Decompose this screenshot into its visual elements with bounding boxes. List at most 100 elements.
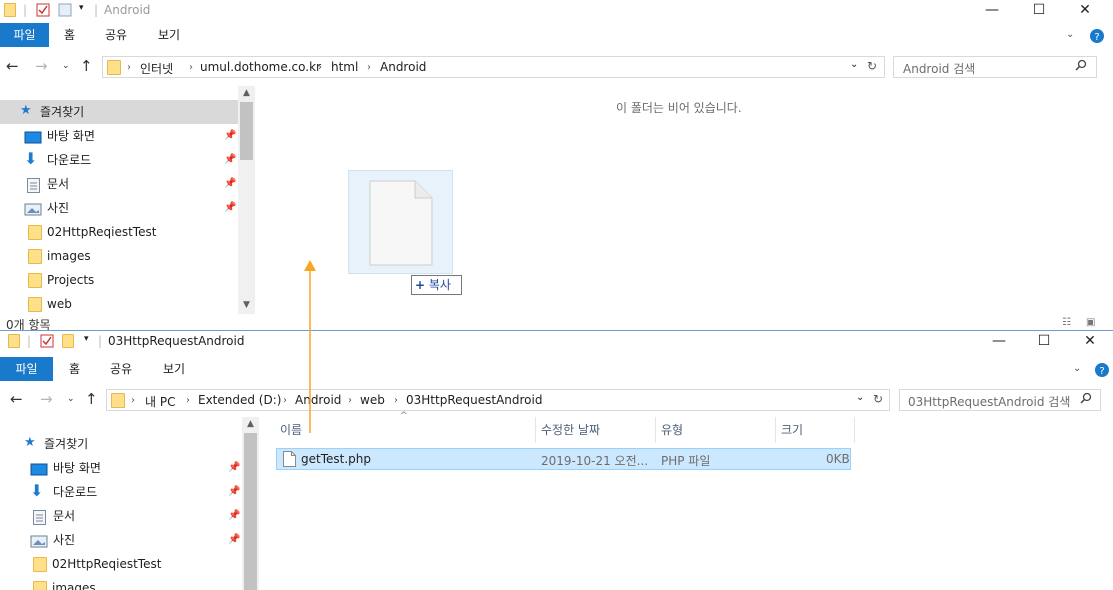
tab-view[interactable]: 보기 (158, 23, 180, 47)
nav-item-pictures[interactable]: 사진 📌 (0, 196, 238, 220)
nav-scrollbar[interactable]: ▲ (242, 417, 259, 590)
drag-arrow-icon (304, 260, 316, 271)
back-arrow-icon[interactable]: ← (10, 391, 23, 407)
tab-view[interactable]: 보기 (163, 357, 185, 381)
pin-icon[interactable]: 📌 (228, 456, 240, 480)
nav-item-documents[interactable]: 문서 📌 (0, 504, 240, 528)
customize-toolbar-icon[interactable]: ▾ (84, 334, 89, 349)
close-button[interactable]: ✕ (1062, 0, 1108, 22)
pin-icon[interactable]: 📌 (224, 172, 236, 196)
nav-scrollbar[interactable]: ▲ ▼ (238, 86, 255, 314)
nav-item-quick-access[interactable]: ★ 즐겨찾기 (0, 100, 238, 124)
nav-item-quick-access[interactable]: ★ 즐겨찾기 (0, 432, 238, 456)
nav-item-pictures[interactable]: 사진 📌 (0, 528, 240, 552)
expand-ribbon-icon[interactable]: ⌄ (1066, 23, 1074, 47)
close-button[interactable]: ✕ (1067, 331, 1113, 353)
table-row[interactable]: getTest.php 2019-10-21 오전... PHP 파일 0KB (276, 448, 851, 470)
nav-item-folder[interactable]: images (0, 244, 238, 268)
minimize-button[interactable]: — (969, 0, 1015, 22)
breadcrumb-item[interactable]: umul.dothome.co.kr (200, 60, 321, 74)
address-dropdown-icon[interactable]: ⌄ (850, 59, 858, 70)
scroll-up-icon[interactable]: ▲ (242, 417, 259, 431)
minimize-button[interactable]: — (976, 331, 1022, 353)
star-icon: ★ (24, 435, 36, 450)
details-view-icon[interactable]: ☷ (1062, 317, 1071, 328)
column-header-type[interactable]: 유형 (655, 417, 776, 443)
address-dropdown-icon[interactable]: ⌄ (856, 392, 864, 403)
refresh-icon[interactable]: ↻ (873, 392, 883, 406)
nav-item-label: Projects (47, 273, 95, 287)
recent-locations-chevron-icon[interactable]: ⌄ (67, 391, 75, 407)
nav-item-downloads[interactable]: ⬇ 다운로드 📌 (0, 480, 240, 504)
maximize-button[interactable]: ☐ (1021, 331, 1067, 353)
tab-home[interactable]: 홈 (64, 23, 75, 47)
recent-locations-chevron-icon[interactable]: ⌄ (62, 58, 70, 74)
breadcrumb-item[interactable]: Android (380, 60, 426, 74)
title-bar[interactable]: | ▾ | 03HttpRequestAndroid — ☐ ✕ (0, 331, 1113, 353)
refresh-icon[interactable]: ↻ (867, 59, 877, 73)
nav-item-folder[interactable]: 02HttpReqiestTest (0, 552, 238, 576)
address-bar[interactable]: › 내 PC › Extended (D:) › Android › web ›… (106, 389, 890, 411)
divider: | (27, 334, 32, 348)
tab-share[interactable]: 공유 (110, 357, 132, 381)
explorer-window-03httprequestandroid: | ▾ | 03HttpRequestAndroid — ☐ ✕ 파일 홈 공유… (0, 330, 1113, 590)
tab-file[interactable]: 파일 (0, 357, 53, 381)
pin-icon[interactable]: 📌 (228, 480, 240, 504)
svg-text:?: ? (1094, 32, 1099, 43)
pin-icon[interactable]: 📌 (228, 504, 240, 528)
tab-file[interactable]: 파일 (0, 23, 49, 47)
title-bar[interactable]: | ▾ | Android — ☐ ✕ (0, 0, 1113, 22)
column-header-size[interactable]: 크기 (775, 417, 855, 443)
properties-icon[interactable] (36, 3, 50, 18)
folder-icon (28, 249, 42, 264)
nav-item-desktop[interactable]: 바탕 화면 📌 (0, 124, 238, 148)
address-row: ← → ⌄ ↑ › 내 PC › Extended (D:) › Android… (0, 383, 1113, 417)
up-arrow-icon[interactable]: ↑ (80, 58, 93, 74)
large-icons-view-icon[interactable]: ▣ (1086, 317, 1095, 328)
tab-home[interactable]: 홈 (69, 357, 80, 381)
breadcrumb-item[interactable]: html (331, 60, 358, 74)
breadcrumb-item[interactable]: 03HttpRequestAndroid (406, 393, 542, 407)
window-title: Android (104, 3, 151, 17)
folder-icon (28, 225, 42, 240)
properties-icon[interactable] (40, 334, 54, 349)
scroll-up-icon[interactable]: ▲ (238, 86, 255, 100)
new-folder-icon[interactable] (62, 334, 74, 349)
pin-icon[interactable]: 📌 (224, 124, 236, 148)
scroll-down-icon[interactable]: ▼ (238, 298, 255, 312)
search-input[interactable]: 03HttpRequestAndroid 검색 (899, 389, 1101, 411)
nav-item-label: 바탕 화면 (47, 129, 95, 143)
breadcrumb-item[interactable]: web (360, 393, 385, 407)
forward-arrow-icon[interactable]: → (40, 391, 53, 407)
nav-item-folder[interactable]: Projects (0, 268, 238, 292)
nav-item-desktop[interactable]: 바탕 화면 📌 (0, 456, 240, 480)
back-arrow-icon[interactable]: ← (6, 58, 19, 74)
nav-item-documents[interactable]: 문서 📌 (0, 172, 238, 196)
address-bar[interactable]: › 인터넷 › umul.dothome.co.kr › html › Andr… (102, 56, 885, 78)
scroll-thumb[interactable] (240, 102, 253, 160)
pin-icon[interactable]: 📌 (224, 196, 236, 220)
tab-share[interactable]: 공유 (105, 23, 127, 47)
nav-item-label: images (52, 581, 96, 590)
breadcrumb-item[interactable]: 인터넷 (140, 60, 173, 77)
customize-toolbar-icon[interactable]: ▾ (79, 3, 84, 18)
scroll-thumb[interactable] (244, 433, 257, 590)
help-icon[interactable]: ? (1089, 28, 1105, 52)
expand-ribbon-icon[interactable]: ⌄ (1073, 357, 1081, 381)
pin-icon[interactable]: 📌 (224, 148, 236, 172)
nav-item-folder[interactable]: 02HttpReqiestTest (0, 220, 238, 244)
up-arrow-icon[interactable]: ↑ (85, 391, 98, 407)
nav-item-label: 즐겨찾기 (44, 437, 89, 451)
breadcrumb-item[interactable]: Extended (D:) (198, 393, 281, 407)
forward-arrow-icon[interactable]: → (35, 58, 48, 74)
breadcrumb-item[interactable]: 내 PC (145, 393, 175, 410)
column-header-modified[interactable]: 수정한 날짜 (535, 417, 656, 443)
pin-icon[interactable]: 📌 (228, 528, 240, 552)
nav-item-downloads[interactable]: ⬇ 다운로드 📌 (0, 148, 238, 172)
maximize-button[interactable]: ☐ (1016, 0, 1062, 22)
folder-icon (111, 393, 125, 411)
nav-item-folder[interactable]: web (0, 292, 238, 316)
new-folder-icon[interactable] (58, 3, 72, 18)
nav-item-folder[interactable]: images (0, 576, 238, 590)
search-input[interactable]: Android 검색 (893, 56, 1097, 78)
